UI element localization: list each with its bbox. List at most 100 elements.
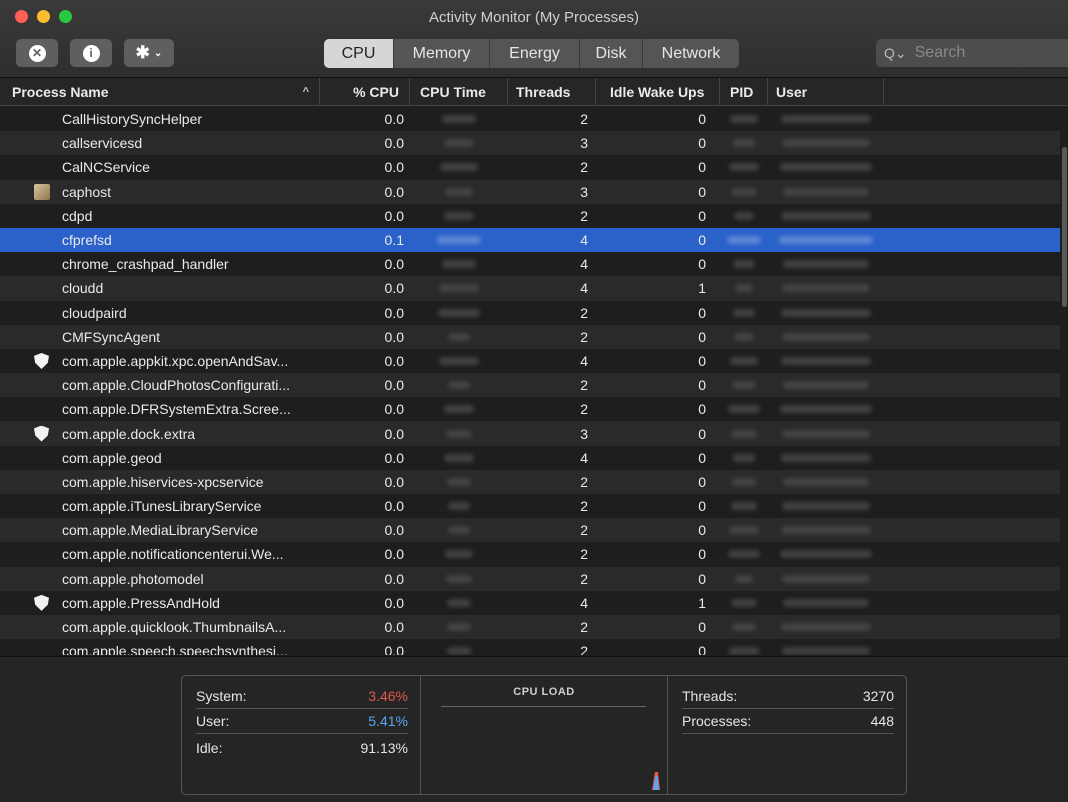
process-count-panel: Threads: 3270 Processes: 448	[667, 675, 907, 795]
column-header-pid[interactable]: PID	[720, 77, 768, 106]
table-row[interactable]: CMFSyncAgent 0.0 2 0	[0, 324, 1060, 349]
process-name-cell: com.apple.iTunesLibraryService	[0, 498, 320, 514]
process-name: caphost	[62, 183, 112, 200]
pid-cell	[720, 211, 768, 220]
threads-cell: 2	[580, 498, 588, 515]
process-name-cell: cfprefsd	[0, 232, 320, 248]
idle-wake-ups-cell: 0	[698, 256, 706, 273]
threads-cell: 4	[580, 449, 588, 466]
pid-cell	[720, 623, 768, 632]
system-label: System:	[196, 688, 247, 704]
table-row[interactable]: com.apple.photomodel 0.0 2 0	[0, 566, 1060, 591]
table-scrollbar[interactable]	[1061, 107, 1068, 655]
idle-wake-ups-cell: 0	[698, 643, 706, 655]
process-name: com.apple.photomodel	[62, 570, 204, 587]
table-row[interactable]: chrome_crashpad_handler 0.0 4 0	[0, 252, 1060, 277]
table-row[interactable]: com.apple.notificationcenterui.We... 0.0 2…	[0, 542, 1060, 567]
table-row[interactable]: caphost 0.0 3 0	[0, 179, 1060, 204]
pid-cell	[720, 308, 768, 317]
table-row[interactable]: cfprefsd 0.1 4 0	[0, 227, 1060, 253]
idle-wake-ups-cell: 0	[698, 449, 706, 466]
tab-cpu[interactable]: CPU	[324, 39, 394, 68]
threads-value: 3270	[862, 688, 894, 704]
redacted-value	[440, 163, 478, 172]
cpu-cell: 0.0	[384, 159, 404, 176]
cpu-time-cell	[410, 284, 508, 293]
idle-wake-ups-cell: 0	[698, 425, 706, 442]
user-cell	[768, 429, 884, 438]
stop-process-button[interactable]: ✕	[16, 39, 58, 67]
table-row[interactable]: cloudpaird 0.0 2 0	[0, 300, 1060, 325]
actions-menu-button[interactable]: ✱ ⌄	[124, 39, 174, 67]
cpu-time-cell	[410, 115, 508, 124]
shield-icon	[34, 425, 49, 442]
redacted-value	[731, 429, 757, 438]
scrollbar-thumb[interactable]	[1062, 147, 1067, 307]
inspect-process-button[interactable]: i	[70, 39, 112, 67]
processes-stat: Processes: 448	[682, 709, 894, 734]
process-name: com.apple.speech.speechsynthesi...	[62, 643, 288, 655]
column-header-idle-wake-ups[interactable]: Idle Wake Ups	[596, 77, 720, 106]
column-header-process-name[interactable]: Process Name ^	[0, 77, 320, 106]
threads-cell: 4	[580, 594, 588, 611]
pid-cell	[720, 187, 768, 196]
activity-monitor-window: Activity Monitor (My Processes) ✕ i ✱ ⌄ …	[0, 0, 1068, 802]
search-field[interactable]: Q⌄	[876, 39, 1068, 67]
table-row[interactable]: com.apple.iTunesLibraryService 0.0 2 0	[0, 494, 1060, 519]
threads-cell: 2	[580, 619, 588, 636]
table-row[interactable]: cdpd 0.0 2 0	[0, 203, 1060, 228]
cpu-time-cell	[410, 139, 508, 148]
redacted-value	[781, 308, 871, 317]
table-row[interactable]: com.apple.dock.extra 0.0 3 0	[0, 421, 1060, 446]
redacted-value	[727, 236, 761, 245]
table-row[interactable]: com.apple.quicklook.ThumbnailsA... 0.0 2 0	[0, 614, 1060, 640]
user-cell	[768, 260, 884, 269]
idle-stat: Idle: 91.13%	[196, 735, 408, 760]
tab-disk[interactable]: Disk	[580, 39, 643, 68]
cpu-time-cell	[410, 526, 508, 535]
table-row[interactable]: com.apple.speech.speechsynthesi... 0.0 2 0	[0, 639, 1060, 655]
cpu-cell: 0.0	[384, 183, 404, 200]
table-row[interactable]: CalNCService 0.0 2 0	[0, 155, 1060, 180]
redacted-value	[733, 453, 755, 462]
table-row[interactable]: callservicesd 0.0 3 0	[0, 131, 1060, 156]
user-cell	[768, 236, 884, 245]
process-name-cell: CalNCService	[0, 159, 320, 175]
table-row[interactable]: com.apple.appkit.xpc.openAndSav... 0.0 4 0	[0, 348, 1060, 374]
user-cell	[768, 332, 884, 341]
redacted-value	[447, 647, 471, 655]
column-header-threads[interactable]: Threads	[508, 77, 596, 106]
column-header-cpu[interactable]: % CPU	[320, 77, 410, 106]
threads-cell: 2	[580, 377, 588, 394]
toolbar: Activity Monitor (My Processes) ✕ i ✱ ⌄ …	[0, 0, 1068, 78]
tab-energy[interactable]: Energy	[490, 39, 580, 68]
table-row[interactable]: CallHistorySyncHelper 0.0 2 0	[0, 107, 1060, 132]
table-row[interactable]: com.apple.DFRSystemExtra.Scree... 0.0 2 0	[0, 397, 1060, 422]
stop-process-icon: ✕	[28, 44, 46, 62]
column-header-user[interactable]: User	[768, 77, 884, 106]
system-stat: System: 3.46%	[196, 684, 408, 709]
table-row[interactable]: com.apple.hiservices-xpcservice 0.0 2 0	[0, 469, 1060, 494]
table-row[interactable]: com.apple.MediaLibraryService 0.0 2 0	[0, 518, 1060, 543]
table-row[interactable]: cloudd 0.0 4 1	[0, 276, 1060, 301]
tab-memory[interactable]: Memory	[394, 39, 490, 68]
redacted-value	[781, 623, 871, 632]
process-name-cell: callservicesd	[0, 135, 320, 151]
process-name: cloudd	[62, 280, 104, 297]
threads-cell: 3	[580, 425, 588, 442]
table-row[interactable]: com.apple.geod 0.0 4 0	[0, 445, 1060, 470]
threads-cell: 2	[580, 570, 588, 587]
column-header-cpu-time[interactable]: CPU Time	[410, 77, 508, 106]
table-row[interactable]: com.apple.CloudPhotosConfigurati... 0.0 2 0	[0, 373, 1060, 398]
idle-wake-ups-cell: 1	[698, 280, 706, 297]
redacted-value	[446, 429, 472, 438]
tab-network[interactable]: Network	[643, 39, 739, 68]
redacted-value	[437, 236, 481, 245]
search-input[interactable]	[914, 44, 1065, 62]
user-cell	[768, 453, 884, 462]
idle-wake-ups-cell: 0	[698, 135, 706, 152]
table-row[interactable]: com.apple.PressAndHold 0.0 4 1	[0, 590, 1060, 615]
idle-wake-ups-cell: 0	[698, 352, 706, 369]
idle-wake-ups-cell: 0	[698, 159, 706, 176]
user-cell	[768, 187, 884, 196]
